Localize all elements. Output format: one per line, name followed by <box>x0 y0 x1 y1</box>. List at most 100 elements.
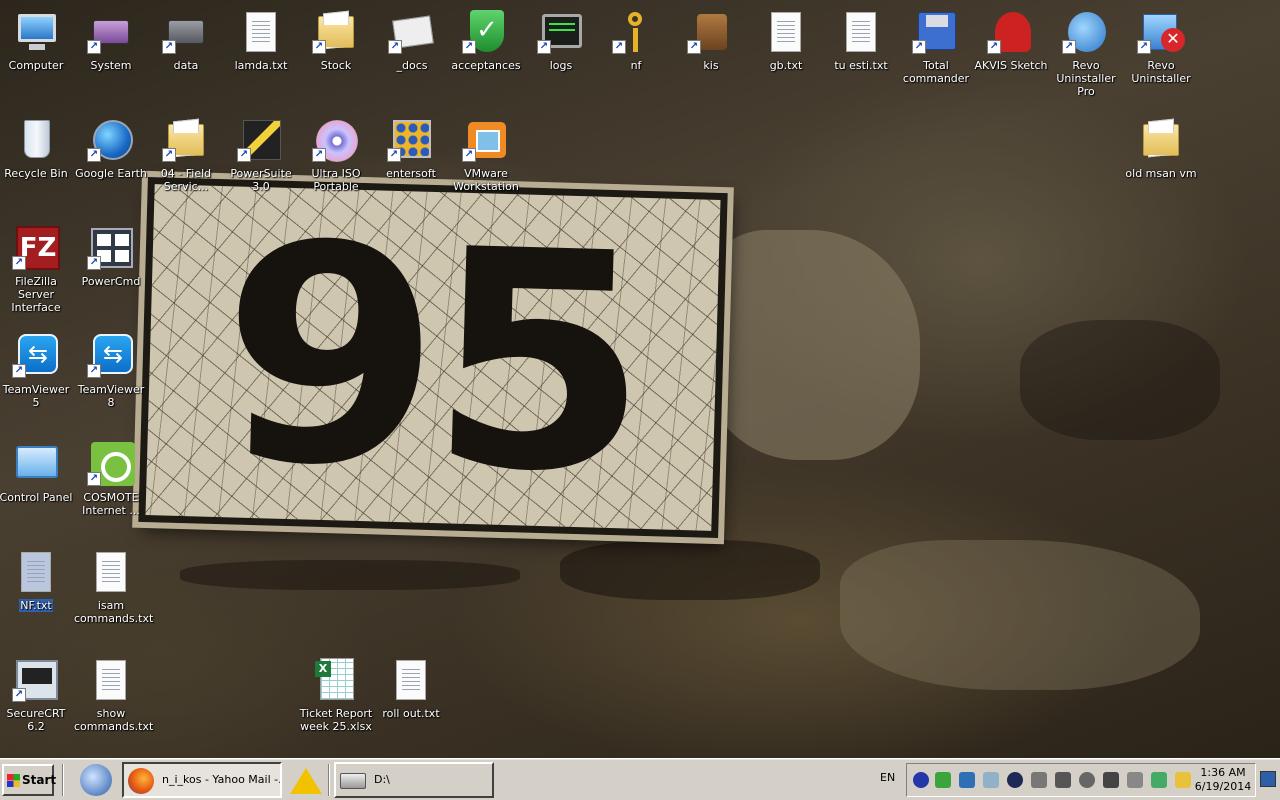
action-center-flag-icon[interactable] <box>1175 772 1191 788</box>
recycle-bin-icon <box>24 120 50 158</box>
desktop-icon-ultra-iso[interactable]: ↗ Ultra ISO Portable <box>298 116 374 193</box>
shortcut-arrow-icon: ↗ <box>612 40 626 54</box>
thunderbird-icon[interactable] <box>80 764 112 796</box>
text-file-icon <box>846 12 876 52</box>
desktop-wallpaper: 95 <box>0 0 1280 758</box>
shortcut-arrow-icon: ↗ <box>162 148 176 162</box>
drive-icon <box>340 773 366 789</box>
desktop-icon-teamviewer-5[interactable]: ⇆ ↗ TeamViewer 5 <box>0 332 74 409</box>
desktop-icon-revo-uninstaller[interactable]: ✕ ↗ Revo Uninstaller <box>1123 8 1199 85</box>
icon-label: 04 - Field Servic... <box>160 167 212 193</box>
desktop-icon-roll-out[interactable]: roll out.txt <box>373 656 449 720</box>
desktop-icon-entersoft[interactable]: ↗ entersoft <box>373 116 449 180</box>
no-wireless-icon[interactable] <box>1079 772 1095 788</box>
desktop-icon-kis[interactable]: ↗ kis <box>673 8 749 72</box>
warning-icon[interactable] <box>290 768 322 794</box>
shortcut-arrow-icon: ↗ <box>687 40 701 54</box>
desktop-icon-teamviewer-8[interactable]: ⇆ ↗ TeamViewer 8 <box>73 332 149 409</box>
desktop-icon-recycle-bin[interactable]: Recycle Bin <box>0 116 74 180</box>
desktop-icon-lamda[interactable]: lamda.txt <box>223 8 299 72</box>
shortcut-arrow-icon: ↗ <box>987 40 1001 54</box>
desktop-icon-cosmote-internet[interactable]: ↗ COSMOTE Internet ... <box>73 440 149 517</box>
icon-label: data <box>173 59 199 72</box>
icon-label: SecureCRT 6.2 <box>6 707 66 733</box>
taskbar-window-firefox[interactable]: n_i_kos - Yahoo Mail -... <box>122 762 282 798</box>
vpn-icon[interactable] <box>1007 772 1023 788</box>
desktop-icon-acceptances[interactable]: ✓ ↗ acceptances <box>448 8 524 72</box>
window-title: n_i_kos - Yahoo Mail -... <box>162 773 282 786</box>
icon-label: show commands.txt <box>74 707 154 733</box>
desktop-icon-securecrt[interactable]: ↗ SecureCRT 6.2 <box>0 656 74 733</box>
red-x-icon: ✕ <box>1161 28 1185 52</box>
system-tray: 1:36 AM 6/19/2014 <box>906 763 1256 797</box>
desktop-icon-akvis-sketch[interactable]: ↗ AKVIS Sketch <box>973 8 1049 72</box>
desktop-icon-tuesti[interactable]: tu esti.txt <box>823 8 899 72</box>
desktop-icon-powercmd[interactable]: ↗ PowerCmd <box>73 224 149 288</box>
shortcut-arrow-icon: ↗ <box>12 256 26 270</box>
tool-icon[interactable] <box>1103 772 1119 788</box>
taskbar-separator <box>328 764 330 796</box>
desktop-icon-field-service[interactable]: ↗ 04 - Field Servic... <box>148 116 224 193</box>
desktop-icon-show-commands[interactable]: show commands.txt <box>73 656 154 733</box>
cube-icon[interactable] <box>983 772 999 788</box>
shortcut-arrow-icon: ↗ <box>87 472 101 486</box>
clock[interactable]: 1:36 AM 6/19/2014 <box>1191 766 1255 794</box>
shortcut-arrow-icon: ↗ <box>1062 40 1076 54</box>
desktop-icon-stock[interactable]: ↗ Stock <box>298 8 374 72</box>
icon-label: System <box>90 59 132 72</box>
security-shield-icon[interactable] <box>935 772 951 788</box>
taskbar-separator <box>62 764 64 796</box>
desktop-icon-data[interactable]: ↗ data <box>148 8 224 72</box>
shortcut-arrow-icon: ↗ <box>462 40 476 54</box>
taskbar: Start n_i_kos - Yahoo Mail -... D:\ EN 1… <box>0 758 1280 800</box>
excel-file-icon <box>315 658 354 700</box>
icon-label: Revo Uninstaller <box>1131 59 1191 85</box>
clock-time: 1:36 AM <box>1200 766 1246 779</box>
safely-remove-icon[interactable] <box>1127 772 1143 788</box>
icon-label: entersoft <box>386 167 436 180</box>
printer-icon[interactable] <box>1055 772 1071 788</box>
language-indicator[interactable]: EN <box>880 771 895 784</box>
shortcut-arrow-icon: ↗ <box>912 40 926 54</box>
shortcut-arrow-icon: ↗ <box>312 148 326 162</box>
start-label: Start <box>22 773 57 787</box>
taskbar-window-explorer[interactable]: D:\ <box>334 762 494 798</box>
network-icon[interactable] <box>1151 772 1167 788</box>
shortcut-arrow-icon: ↗ <box>162 40 176 54</box>
icon-label: nf <box>630 59 642 72</box>
desktop-icon-nf[interactable]: ↗ nf <box>598 8 674 72</box>
shortcut-arrow-icon: ↗ <box>87 364 101 378</box>
icon-label: Google Earth <box>75 167 147 180</box>
icon-label: TeamViewer 5 <box>2 383 70 409</box>
wall-crack <box>180 560 520 590</box>
desktop-icon-system[interactable]: ↗ System <box>73 8 149 72</box>
desktop-icon-google-earth[interactable]: ↗ Google Earth <box>73 116 149 180</box>
desktop-icon-ticket-report[interactable]: Ticket Report week 25.xlsx <box>298 656 374 733</box>
wall-crack <box>1020 320 1220 440</box>
icon-label: Recycle Bin <box>4 167 68 180</box>
show-desktop-icon[interactable] <box>1260 771 1276 787</box>
desktop-icon-docs[interactable]: ↗ _docs <box>374 8 450 72</box>
desktop-icon-isam-commands[interactable]: isam commands.txt <box>73 548 153 625</box>
windows-icon[interactable] <box>1031 772 1047 788</box>
desktop-icon-powersuite[interactable]: ↗ PowerSuite 3.0 <box>223 116 299 193</box>
network-gear-icon[interactable] <box>959 772 975 788</box>
icon-label: VMware Workstation <box>453 167 519 193</box>
bluetooth-icon[interactable] <box>913 772 929 788</box>
desktop-icon-filezilla-server[interactable]: FZ ↗ FileZilla Server Interface <box>0 224 74 314</box>
desktop-icon-revo-uninstaller-pro[interactable]: ↗ Revo Uninstaller Pro <box>1048 8 1124 98</box>
shortcut-arrow-icon: ↗ <box>87 256 101 270</box>
desktop-icon-vmware[interactable]: ↗ VMware Workstation <box>448 116 524 193</box>
desktop-icon-nf-txt[interactable]: NF.txt <box>0 548 74 612</box>
shortcut-arrow-icon: ↗ <box>388 40 402 54</box>
shortcut-arrow-icon: ↗ <box>1137 40 1151 54</box>
desktop-icon-total-commander[interactable]: ↗ Total commander <box>898 8 974 85</box>
text-file-icon <box>96 660 126 700</box>
desktop-icon-gb[interactable]: gb.txt <box>748 8 824 72</box>
folder-icon <box>1143 124 1179 156</box>
desktop-icon-control-panel[interactable]: Control Panel <box>0 440 74 504</box>
desktop-icon-old-msan-vm[interactable]: old msan vm <box>1123 116 1199 180</box>
start-button[interactable]: Start <box>2 764 57 796</box>
desktop-icon-logs[interactable]: ↗ logs <box>523 8 599 72</box>
desktop-icon-computer[interactable]: Computer <box>0 8 74 72</box>
